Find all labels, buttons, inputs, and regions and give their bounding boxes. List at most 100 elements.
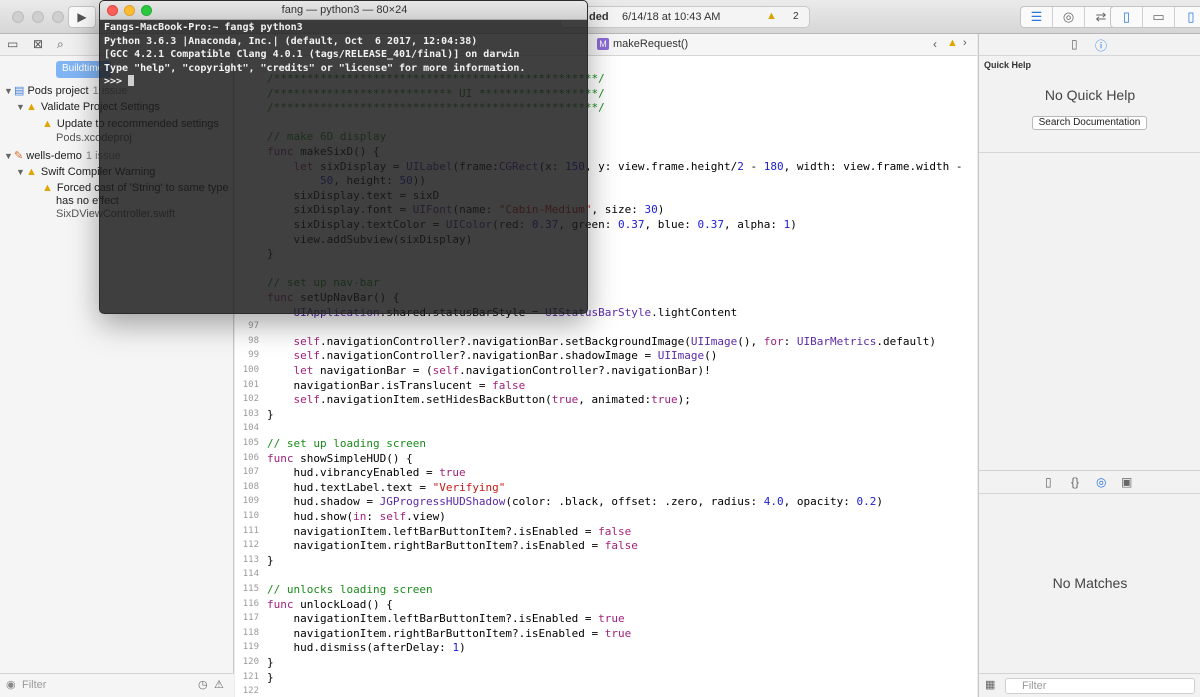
terminal-line: Fangs-MacBook-Pro:~ fang$ python3 bbox=[104, 22, 303, 33]
method-icon: M bbox=[597, 38, 609, 50]
code-line[interactable]: navigationItem.rightBarButtonItem?.isEna… bbox=[267, 627, 631, 640]
filter-icon: ◉ bbox=[6, 679, 16, 691]
assistant-editor-icon[interactable]: ◎ bbox=[1053, 7, 1085, 27]
search-documentation-button[interactable]: Search Documentation bbox=[1032, 116, 1147, 130]
utilities-inspector: ▯ ⓘ Quick Help No Quick Help Search Docu… bbox=[978, 34, 1200, 697]
file-template-icon[interactable]: ▯ bbox=[1045, 475, 1052, 489]
line-number: 120 bbox=[242, 657, 259, 667]
warning-icon: ▲ bbox=[26, 166, 37, 178]
terminal-window[interactable]: fang — python3 — 80×24 Fangs-MacBook-Pro… bbox=[99, 0, 588, 314]
xcode-window: ▶ ded 6/14/18 at 10:43 AM ▲ 2 ☰ ◎ ⇄ ▯ ▭ … bbox=[0, 0, 1200, 697]
quick-help-title: Quick Help bbox=[984, 60, 1032, 70]
line-number: 103 bbox=[242, 408, 259, 419]
terminal-prompt[interactable]: >>> bbox=[104, 75, 525, 89]
standard-editor-icon[interactable]: ☰ bbox=[1021, 7, 1053, 27]
code-line[interactable]: hud.vibrancyEnabled = true bbox=[267, 466, 465, 479]
code-line[interactable]: self.navigationController?.navigationBar… bbox=[267, 335, 936, 348]
clock-icon[interactable]: ◷ bbox=[198, 678, 208, 691]
line-number: 105 bbox=[242, 438, 259, 448]
code-line[interactable]: navigationItem.leftBarButtonItem?.isEnab… bbox=[267, 525, 631, 538]
line-number: 110 bbox=[242, 511, 259, 521]
grid-icon[interactable]: ▦ bbox=[985, 678, 995, 691]
code-line[interactable]: self.navigationController?.navigationBar… bbox=[267, 349, 718, 362]
library-filter-input[interactable]: Filter bbox=[1005, 678, 1195, 694]
line-number: 122 bbox=[242, 686, 259, 697]
library-tabs: ▯ {} ◎ ▣ bbox=[979, 470, 1200, 494]
inspector-tabs: ▯ ⓘ bbox=[979, 34, 1200, 56]
utilities-toggle-icon[interactable]: ▯ bbox=[1175, 7, 1200, 27]
line-number: 109 bbox=[242, 496, 259, 507]
folder-icon[interactable]: ▭ bbox=[7, 37, 18, 51]
minimize-window-button[interactable] bbox=[32, 11, 44, 23]
play-icon[interactable]: ▶ bbox=[68, 6, 96, 28]
prompt-text: >>> bbox=[104, 76, 129, 87]
line-number: 102 bbox=[242, 394, 259, 405]
warning-icon[interactable]: ▲ bbox=[766, 10, 777, 22]
symbol-icon[interactable]: ⊠ bbox=[33, 37, 43, 51]
line-number: 112 bbox=[242, 540, 259, 551]
line-number: 106 bbox=[242, 452, 259, 463]
warning-filter-icon[interactable]: ⚠ bbox=[214, 678, 224, 691]
warning-count[interactable]: 2 bbox=[793, 11, 799, 22]
code-line[interactable]: hud.show(in: self.view) bbox=[267, 510, 445, 523]
app-icon: ✎ bbox=[14, 150, 24, 162]
close-window-button[interactable] bbox=[12, 11, 24, 23]
code-line[interactable]: } bbox=[267, 656, 274, 669]
line-number: 98 bbox=[248, 335, 259, 346]
code-line[interactable]: func unlockLoad() { bbox=[267, 598, 393, 611]
code-line[interactable]: } bbox=[267, 671, 274, 684]
terminal-line: Python 3.6.3 |Anaconda, Inc.| (default, … bbox=[104, 35, 478, 47]
line-number: 97 bbox=[248, 321, 259, 332]
warning-icon[interactable]: ▲ bbox=[947, 37, 958, 49]
divider bbox=[979, 152, 1200, 153]
media-icon[interactable]: ▣ bbox=[1121, 475, 1132, 489]
code-line[interactable]: } bbox=[267, 554, 274, 567]
code-line[interactable]: hud.shadow = JGProgressHUDShadow(color: … bbox=[267, 495, 882, 508]
navigator-toggle-icon[interactable]: ▯ bbox=[1111, 7, 1143, 27]
braces-icon[interactable]: {} bbox=[1071, 475, 1079, 489]
help-icon[interactable]: ⓘ bbox=[1095, 37, 1107, 54]
view-toggle-control[interactable]: ▯ ▭ ▯ bbox=[1110, 6, 1200, 28]
project-icon: ▤ bbox=[14, 85, 25, 97]
code-line[interactable]: hud.dismiss(afterDelay: 1) bbox=[267, 641, 465, 654]
warning-icon: ▲ bbox=[26, 101, 37, 113]
code-line[interactable]: let navigationBar = (self.navigationCont… bbox=[267, 364, 711, 377]
line-number: 118 bbox=[242, 627, 259, 638]
line-number: 121 bbox=[242, 671, 259, 682]
navigator-filter-input[interactable]: Filter bbox=[22, 679, 46, 691]
search-icon[interactable]: ⌕ bbox=[57, 37, 64, 52]
file-icon[interactable]: ▯ bbox=[1071, 37, 1078, 51]
zoom-window-button[interactable] bbox=[52, 11, 64, 23]
terminal-line: Type "help", "copyright", "credits" or "… bbox=[104, 62, 526, 74]
code-line[interactable]: func showSimpleHUD() { bbox=[267, 452, 413, 465]
terminal-title: fang — python3 — 80×24 bbox=[281, 4, 408, 16]
terminal-title-bar[interactable]: fang — python3 — 80×24 bbox=[100, 1, 587, 20]
code-line[interactable]: navigationItem.rightBarButtonItem?.isEna… bbox=[267, 539, 637, 552]
warning-icon: ▲ bbox=[42, 118, 53, 130]
line-number: 117 bbox=[242, 613, 259, 624]
no-quick-help-text: No Quick Help bbox=[1044, 87, 1136, 103]
cursor bbox=[128, 75, 135, 86]
line-number: 99 bbox=[248, 350, 259, 361]
code-line[interactable]: // unlocks loading screen bbox=[267, 583, 433, 596]
breadcrumb[interactable]: MmakeRequest() bbox=[597, 38, 688, 50]
debug-toggle-icon[interactable]: ▭ bbox=[1143, 7, 1175, 27]
code-line[interactable]: hud.textLabel.text = "Verifying" bbox=[267, 481, 505, 494]
target-icon[interactable]: ◎ bbox=[1096, 475, 1106, 489]
activity-status: ded 6/14/18 at 10:43 AM ▲ 2 bbox=[560, 6, 810, 28]
code-line[interactable]: self.navigationItem.setHidesBackButton(t… bbox=[267, 393, 691, 406]
chevron-left-icon[interactable]: ‹ bbox=[933, 37, 937, 51]
editor-mode-control[interactable]: ☰ ◎ ⇄ bbox=[1020, 6, 1118, 28]
code-line[interactable]: } bbox=[267, 408, 274, 421]
line-number: 115 bbox=[242, 584, 259, 594]
status-timestamp: 6/14/18 at 10:43 AM bbox=[622, 11, 721, 23]
code-line[interactable]: navigationItem.leftBarButtonItem?.isEnab… bbox=[267, 612, 624, 625]
line-number: 104 bbox=[242, 423, 259, 434]
code-line[interactable]: navigationBar.isTranslucent = false bbox=[267, 379, 525, 392]
terminal-output[interactable]: Fangs-MacBook-Pro:~ fang$ python3 Python … bbox=[104, 21, 525, 89]
navigator-filter-bar: ◉ Filter ◷ ⚠ bbox=[0, 673, 234, 697]
code-line[interactable]: // set up loading screen bbox=[267, 437, 426, 450]
chevron-right-icon[interactable]: › bbox=[963, 37, 967, 49]
library-filter-bar: ▦ Filter bbox=[979, 673, 1200, 697]
terminal-line: [GCC 4.2.1 Compatible Clang 4.0.1 (tags/… bbox=[104, 49, 520, 60]
